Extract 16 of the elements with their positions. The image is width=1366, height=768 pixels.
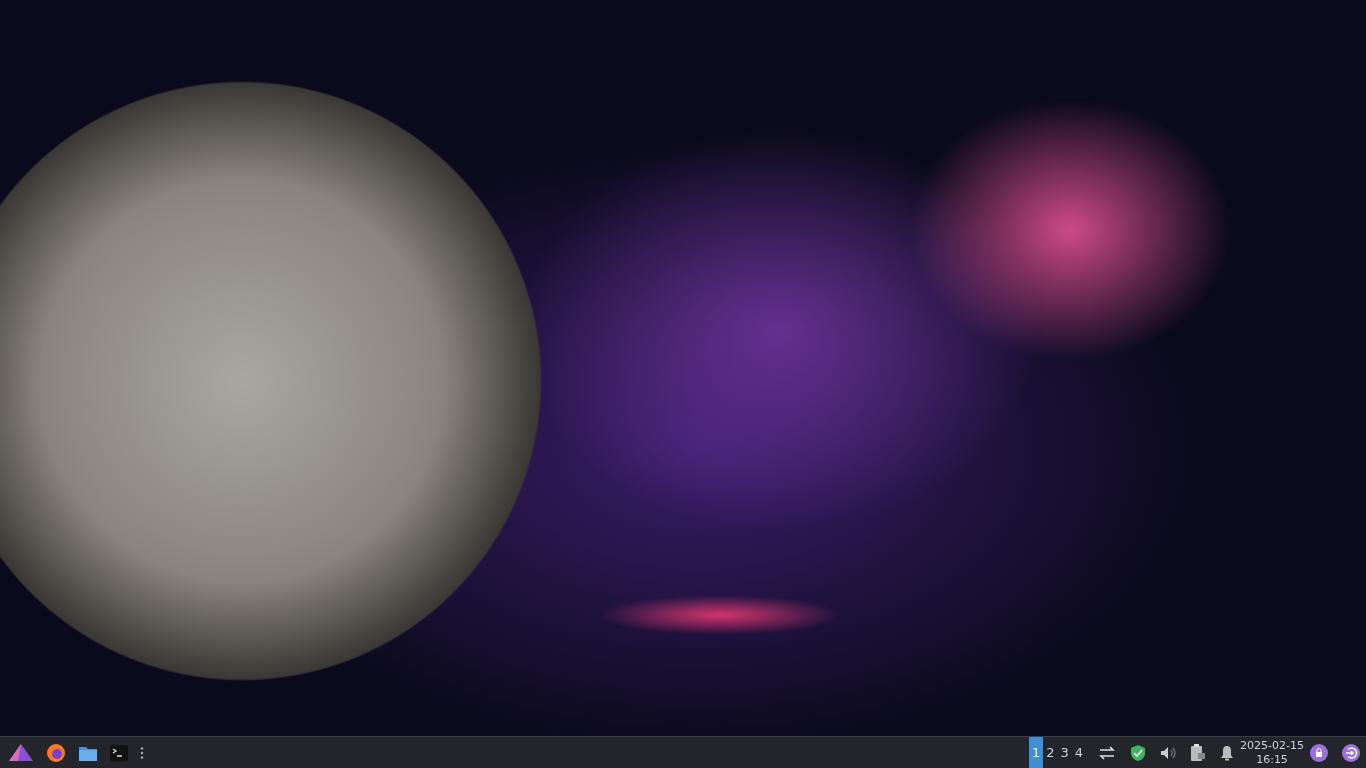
clipboard-icon[interactable] (1190, 743, 1207, 762)
web-browser-icon[interactable] (46, 742, 66, 763)
virtual-desktop-tab[interactable]: 3 (1057, 737, 1072, 768)
virtual-desktop-tab[interactable]: 4 (1071, 737, 1087, 768)
speaker-icon[interactable] (1160, 745, 1177, 760)
application-menu-icon[interactable] (8, 742, 34, 763)
lock-icon[interactable] (1310, 743, 1328, 762)
clock-time[interactable]: 16:15 (1256, 752, 1288, 767)
logout-icon[interactable] (1342, 743, 1360, 762)
virtual-desktop-tab[interactable]: 2 (1043, 737, 1058, 768)
bell-icon[interactable] (1220, 744, 1235, 761)
swap-arrows-icon[interactable] (1098, 745, 1117, 760)
terminal-icon[interactable] (110, 744, 128, 761)
shield-check-icon[interactable] (1130, 743, 1147, 762)
clock-date[interactable]: 2025-02-15 (1240, 738, 1304, 753)
more-options-icon[interactable] (140, 746, 144, 759)
